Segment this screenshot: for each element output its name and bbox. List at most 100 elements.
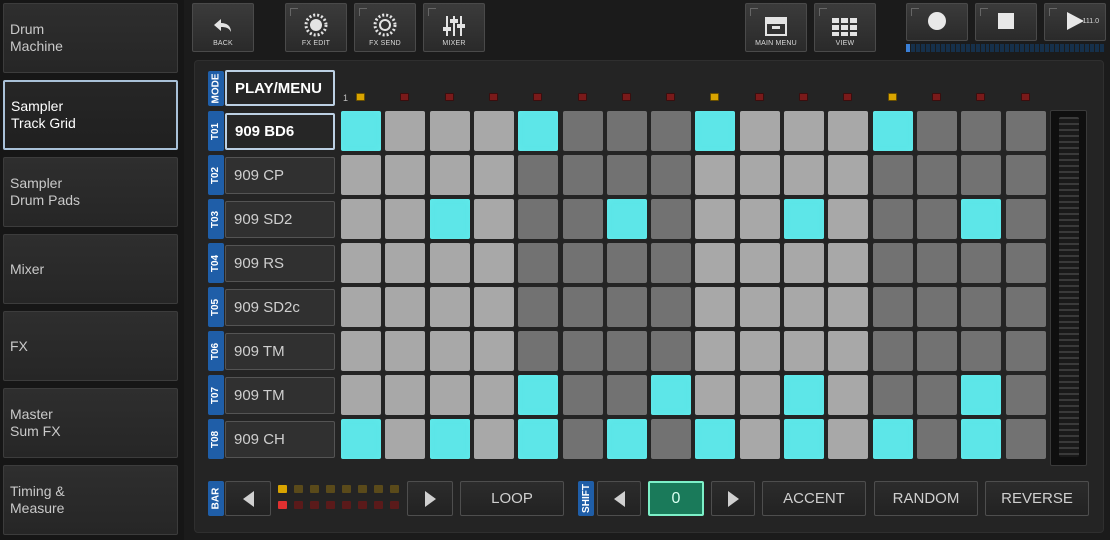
- sidebar-item-master-sum-fx[interactable]: Master Sum FX: [3, 388, 178, 458]
- step-pad[interactable]: [429, 111, 470, 151]
- bar-led[interactable]: [278, 501, 287, 509]
- step-pad[interactable]: [606, 375, 647, 415]
- step-pad[interactable]: [828, 331, 869, 371]
- track-name-button[interactable]: 909 CH: [225, 421, 335, 458]
- step-pad[interactable]: [341, 243, 381, 283]
- step-pad[interactable]: [473, 111, 514, 151]
- step-pad[interactable]: [872, 111, 913, 151]
- mixer-button[interactable]: MIXER: [423, 3, 485, 52]
- bar-led[interactable]: [374, 485, 383, 493]
- back-button[interactable]: BACK: [192, 3, 254, 52]
- step-pad[interactable]: [429, 199, 470, 239]
- track-name-button[interactable]: 909 TM: [225, 333, 335, 370]
- main-menu-button[interactable]: MAIN MENU: [745, 3, 807, 52]
- step-pad[interactable]: [961, 419, 1002, 459]
- step-pad[interactable]: [916, 111, 957, 151]
- step-pad[interactable]: [828, 243, 869, 283]
- step-pad[interactable]: [606, 287, 647, 327]
- mode-selector[interactable]: PLAY/MENU: [225, 70, 335, 106]
- step-pad[interactable]: [872, 243, 913, 283]
- step-pad[interactable]: [784, 287, 824, 327]
- step-pad[interactable]: [961, 287, 1002, 327]
- track-name-button[interactable]: 909 CP: [225, 157, 335, 194]
- step-pad[interactable]: [739, 331, 780, 371]
- step-pad[interactable]: [828, 287, 869, 327]
- bar-led[interactable]: [358, 485, 367, 493]
- step-pad[interactable]: [385, 419, 426, 459]
- step-pad[interactable]: [473, 155, 514, 195]
- step-pad[interactable]: [872, 155, 913, 195]
- bar-led[interactable]: [310, 485, 319, 493]
- step-pad[interactable]: [828, 111, 869, 151]
- step-pad[interactable]: [828, 419, 869, 459]
- step-pad[interactable]: [739, 419, 780, 459]
- track-id-label[interactable]: T06: [208, 331, 224, 371]
- step-pad[interactable]: [429, 287, 470, 327]
- step-pad[interactable]: [961, 243, 1002, 283]
- step-pad[interactable]: [429, 155, 470, 195]
- step-pad[interactable]: [739, 199, 780, 239]
- step-pad[interactable]: [739, 243, 780, 283]
- step-pad[interactable]: [1005, 199, 1046, 239]
- track-id-label[interactable]: T07: [208, 375, 224, 415]
- track-name-button[interactable]: 909 BD6: [225, 113, 335, 150]
- step-pad[interactable]: [473, 419, 514, 459]
- track-id-label[interactable]: T02: [208, 155, 224, 195]
- step-pad[interactable]: [385, 287, 426, 327]
- step-pad[interactable]: [562, 287, 603, 327]
- step-pad[interactable]: [651, 243, 692, 283]
- step-pad[interactable]: [739, 375, 780, 415]
- step-pad[interactable]: [1005, 155, 1046, 195]
- bar-led[interactable]: [390, 501, 399, 509]
- step-pad[interactable]: [916, 243, 957, 283]
- step-pad[interactable]: [518, 419, 559, 459]
- step-pad[interactable]: [784, 375, 824, 415]
- sidebar-item-mixer[interactable]: Mixer: [3, 234, 178, 304]
- step-pad[interactable]: [961, 199, 1002, 239]
- step-pad[interactable]: [784, 419, 824, 459]
- step-pad[interactable]: [562, 419, 603, 459]
- step-pad[interactable]: [429, 375, 470, 415]
- track-id-label[interactable]: T05: [208, 287, 224, 327]
- track-name-button[interactable]: 909 SD2c: [225, 289, 335, 326]
- step-pad[interactable]: [341, 155, 381, 195]
- step-pad[interactable]: [739, 111, 780, 151]
- random-button[interactable]: RANDOM: [874, 481, 978, 516]
- step-pad[interactable]: [385, 243, 426, 283]
- step-pad[interactable]: [695, 331, 736, 371]
- step-pad[interactable]: [872, 199, 913, 239]
- step-pad[interactable]: [828, 375, 869, 415]
- step-pad[interactable]: [562, 243, 603, 283]
- step-pad[interactable]: [518, 243, 559, 283]
- bar-led[interactable]: [294, 501, 303, 509]
- step-pad[interactable]: [784, 111, 824, 151]
- bar-led[interactable]: [326, 485, 335, 493]
- track-id-label[interactable]: T04: [208, 243, 224, 283]
- step-pad[interactable]: [473, 331, 514, 371]
- play-button[interactable]: 111.0: [1044, 3, 1106, 41]
- step-pad[interactable]: [385, 331, 426, 371]
- step-pad[interactable]: [695, 155, 736, 195]
- step-pad[interactable]: [651, 155, 692, 195]
- step-pad[interactable]: [739, 155, 780, 195]
- shift-left-button[interactable]: [597, 481, 641, 516]
- bar-next-button[interactable]: [407, 481, 453, 516]
- step-pad[interactable]: [341, 287, 381, 327]
- step-pad[interactable]: [916, 287, 957, 327]
- bar-led[interactable]: [294, 485, 303, 493]
- step-pad[interactable]: [518, 155, 559, 195]
- bar-led[interactable]: [326, 501, 335, 509]
- track-name-button[interactable]: 909 TM: [225, 377, 335, 414]
- step-pad[interactable]: [695, 375, 736, 415]
- step-pad[interactable]: [473, 243, 514, 283]
- step-pad[interactable]: [562, 199, 603, 239]
- step-pad[interactable]: [473, 199, 514, 239]
- step-pad[interactable]: [784, 243, 824, 283]
- shift-right-button[interactable]: [711, 481, 755, 516]
- bar-led[interactable]: [342, 485, 351, 493]
- step-pad[interactable]: [606, 111, 647, 151]
- step-pad[interactable]: [916, 155, 957, 195]
- step-pad[interactable]: [651, 419, 692, 459]
- step-pad[interactable]: [695, 419, 736, 459]
- step-pad[interactable]: [429, 331, 470, 371]
